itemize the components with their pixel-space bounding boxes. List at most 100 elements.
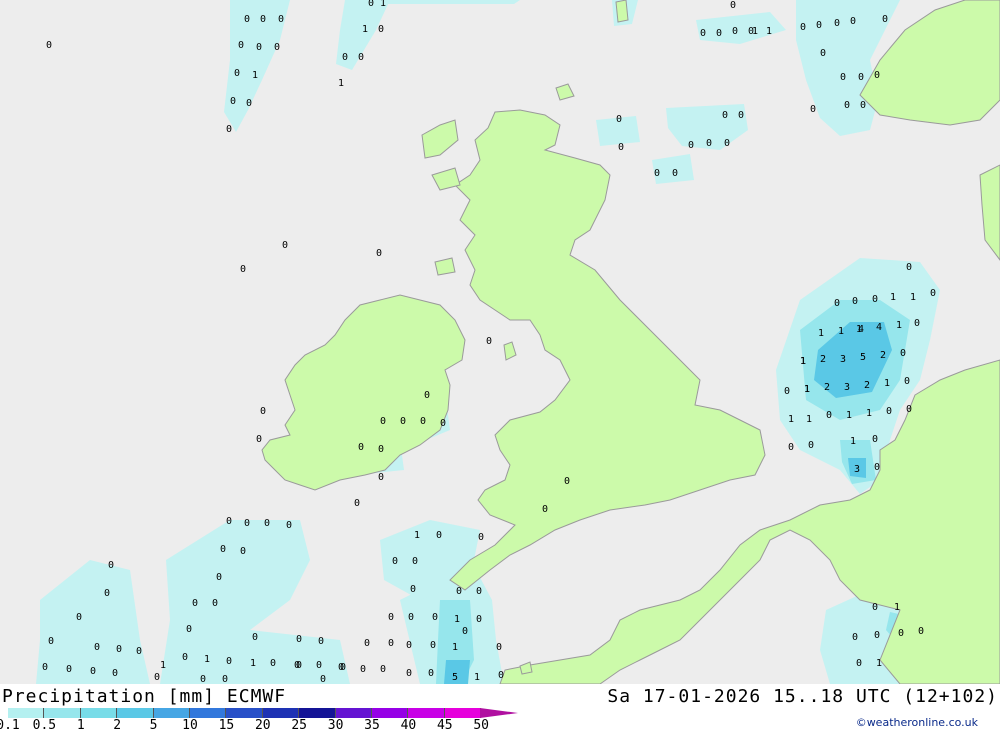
precip-value: 0 — [360, 664, 366, 675]
precip-value: 0 — [874, 462, 880, 473]
scale-swatch — [226, 708, 263, 718]
scale-tick-label: 0.5 — [32, 718, 57, 733]
precip-value: 0 — [852, 296, 858, 307]
precip-value: 0 — [496, 642, 502, 653]
precip-value: 0 — [724, 138, 730, 149]
precip-value: 0 — [318, 636, 324, 647]
precipitation-map[interactable]: 0 1 0 0 0 1 0 0 0 0 0 0 0 0 0 0 0 0 0 0 … — [0, 0, 1000, 684]
precip-value: 0 — [906, 262, 912, 273]
scale-tick-label: 50 — [473, 718, 490, 733]
precip-value: 0 — [112, 668, 118, 679]
precip-value: 0 — [200, 674, 206, 684]
precip-value: 0 — [358, 52, 364, 63]
precip-value: 1 — [452, 642, 458, 653]
precip-value: 1 — [884, 378, 890, 389]
precip-value: 1 — [894, 602, 900, 613]
precip-value: 0 — [90, 666, 96, 677]
precip-value: 0 — [226, 124, 232, 135]
precip-value: 0 — [808, 440, 814, 451]
precip-value: 1 — [910, 292, 916, 303]
precip-value: 0 — [378, 472, 384, 483]
precip-value: 0 — [226, 516, 232, 527]
precip-value: 1 — [890, 292, 896, 303]
precip-value: 0 — [270, 658, 276, 669]
scale-tick-label: 0.1 — [0, 718, 20, 733]
scale-tick-label: 5 — [149, 718, 158, 733]
precip-value: 0 — [478, 532, 484, 543]
precip-value: 0 — [840, 72, 846, 83]
precip-value: 0 — [234, 68, 240, 79]
precip-value: 0 — [282, 240, 288, 251]
precip-value: 1 — [204, 654, 210, 665]
scale-swatch — [80, 708, 118, 718]
precip-value: 0 — [274, 42, 280, 53]
map-footer: Precipitation [mm] ECMWF Sa 17-01-2026 1… — [0, 684, 1000, 733]
credit-link[interactable]: ©weatheronline.co.uk — [856, 716, 978, 729]
precip-value: 0 — [104, 588, 110, 599]
scale-swatch — [262, 708, 300, 718]
precip-value: 0 — [264, 518, 270, 529]
precip-value: 0 — [358, 442, 364, 453]
precip-value: 0 — [784, 386, 790, 397]
precip-value: 0 — [76, 612, 82, 623]
precip-value: 0 — [286, 520, 292, 531]
precip-value: 2 — [864, 380, 870, 391]
ireland — [261, 294, 466, 491]
precip-value: 0 — [46, 40, 52, 51]
precip-value: 0 — [700, 28, 706, 39]
precip-value: 0 — [244, 518, 250, 529]
precip-value: 0 — [340, 662, 346, 673]
precip-value: 0 — [850, 16, 856, 27]
precip-value: 4 — [858, 324, 864, 335]
precip-value: 1 — [766, 26, 772, 37]
precip-value: 1 — [896, 320, 902, 331]
precip-value: 0 — [874, 630, 880, 641]
precip-value: 0 — [476, 614, 482, 625]
scale-tick-label: 2 — [113, 718, 122, 733]
precip-value: 1 — [876, 658, 882, 669]
precip-value: 1 — [474, 672, 480, 683]
precip-value: 0 — [432, 612, 438, 623]
color-scale-arrow — [480, 708, 518, 718]
scale-tick-label: 35 — [364, 718, 380, 733]
precip-value: 0 — [886, 406, 892, 417]
precip-value: 0 — [408, 612, 414, 623]
precip-value: 3 — [840, 354, 846, 365]
precip-value: 0 — [882, 14, 888, 25]
precip-value: 0 — [428, 668, 434, 679]
color-scale — [8, 708, 482, 718]
scale-tick-label: 45 — [436, 718, 453, 733]
precip-value: 0 — [380, 664, 386, 675]
precip-value: 0 — [316, 660, 322, 671]
precip-value: 2 — [880, 350, 886, 361]
map-canvas: 0 1 0 0 0 1 0 0 0 0 0 0 0 0 0 0 0 0 0 0 … — [36, 0, 1000, 684]
precip-value: 0 — [930, 288, 936, 299]
scale-swatch — [444, 708, 482, 718]
precip-value: 1 — [800, 356, 806, 367]
precip-value: 0 — [486, 336, 492, 347]
scale-tick-label: 40 — [400, 718, 417, 733]
scale-swatch — [44, 708, 81, 718]
precip-value: 0 — [430, 640, 436, 651]
valid-time: Sa 17-01-2026 15..18 UTC (12+102) — [607, 686, 998, 707]
precip-value: 0 — [406, 668, 412, 679]
precip-value: 0 — [136, 646, 142, 657]
precip-value: 1 — [414, 530, 420, 541]
precip-value: 0 — [834, 298, 840, 309]
precip-value: 0 — [260, 14, 266, 25]
precip-value: 0 — [246, 98, 252, 109]
precip-value: 0 — [462, 626, 468, 637]
precip-value: 0 — [810, 104, 816, 115]
precip-value: 0 — [732, 26, 738, 37]
scale-tick-label: 10 — [182, 718, 198, 733]
precip-value: 0 — [440, 418, 446, 429]
scale-swatch — [408, 708, 445, 718]
scale-swatch — [8, 708, 45, 718]
precip-value: 0 — [320, 674, 326, 684]
scale-swatch — [371, 708, 409, 718]
precip-value: 0 — [564, 476, 570, 487]
precip-value: 1 — [806, 414, 812, 425]
precip-value: 1 — [788, 414, 794, 425]
precip-value: 0 — [256, 42, 262, 53]
precip-value: 0 — [834, 18, 840, 29]
